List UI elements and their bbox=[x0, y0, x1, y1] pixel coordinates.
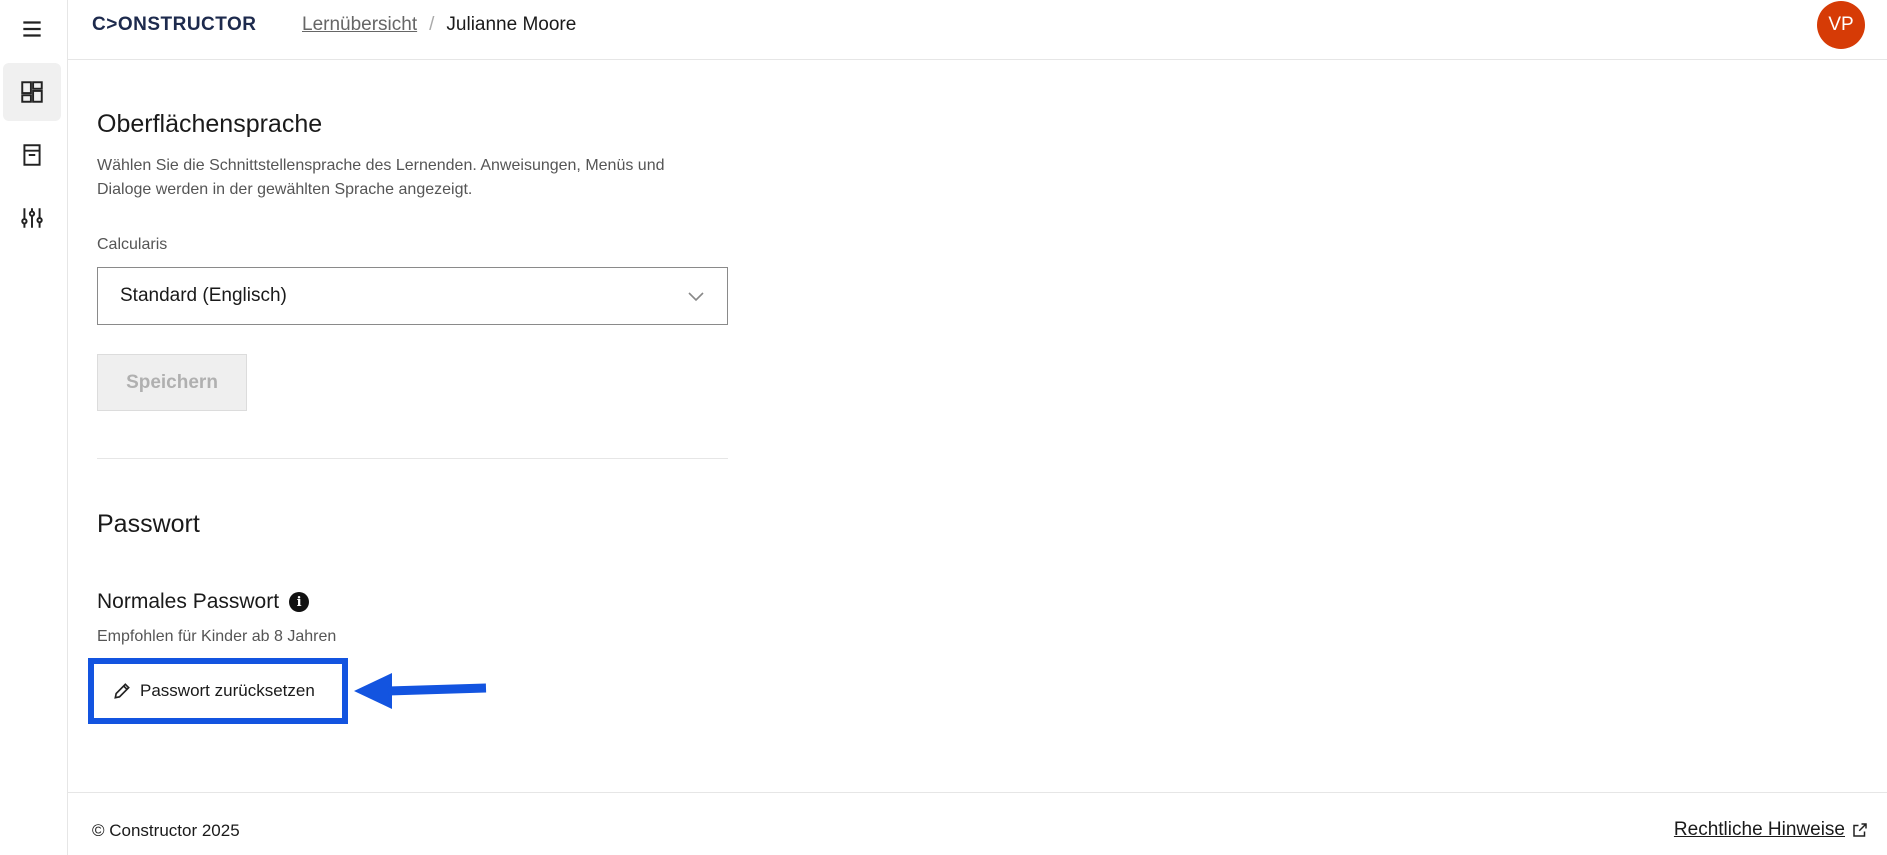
chevron-down-icon bbox=[688, 292, 704, 302]
legal-notice-link[interactable]: Rechtliche Hinweise bbox=[1674, 819, 1869, 841]
language-select-value: Standard (Englisch) bbox=[120, 285, 287, 306]
breadcrumb-current: Julianne Moore bbox=[446, 14, 577, 35]
normal-password-title: Normales Passwort bbox=[97, 590, 280, 613]
language-section-description: Wählen Sie die Schnittstellensprache des… bbox=[97, 157, 665, 198]
constructor-logo[interactable]: C>ONSTRUCTOR bbox=[92, 14, 257, 36]
nav-settings[interactable] bbox=[3, 189, 61, 247]
copyright-text: © Constructor 2025 bbox=[92, 821, 240, 840]
breadcrumb-separator: / bbox=[429, 14, 435, 35]
left-rail bbox=[0, 0, 68, 855]
legal-notice-label: Rechtliche Hinweise bbox=[1673, 819, 1845, 840]
language-section-title: Oberflächensprache bbox=[97, 110, 323, 138]
info-icon[interactable]: i bbox=[289, 592, 310, 612]
nav-book[interactable] bbox=[3, 126, 61, 184]
nav-dashboard[interactable] bbox=[3, 63, 61, 121]
dashboard-icon bbox=[21, 81, 43, 103]
footer: © Constructor 2025 Rechtliche Hinweise bbox=[68, 792, 1887, 855]
breadcrumb: Lernübersicht / Julianne Moore bbox=[302, 14, 576, 36]
menu-button[interactable] bbox=[3, 0, 61, 58]
user-avatar[interactable]: VP bbox=[1817, 1, 1865, 49]
top-bar: C>ONSTRUCTOR Lernübersicht / Julianne Mo… bbox=[68, 0, 1887, 60]
normal-password-heading: Normales Passwort i bbox=[97, 590, 310, 614]
language-field-label: Calcularis bbox=[97, 236, 168, 253]
section-divider bbox=[97, 458, 728, 459]
sliders-icon bbox=[21, 208, 43, 228]
annotation-arrow-icon bbox=[354, 673, 487, 709]
password-section-title: Passwort bbox=[97, 510, 200, 538]
password-hint: Empfohlen für Kinder ab 8 Jahren bbox=[97, 628, 337, 645]
menu-icon bbox=[23, 21, 41, 37]
reset-password-button[interactable]: Passwort zurücksetzen bbox=[88, 658, 348, 724]
save-button[interactable]: Speichern bbox=[97, 354, 247, 411]
book-icon bbox=[23, 144, 41, 166]
breadcrumb-parent-link[interactable]: Lernübersicht bbox=[302, 14, 417, 36]
external-link-icon bbox=[1853, 823, 1867, 837]
pencil-icon bbox=[114, 683, 130, 699]
language-select[interactable]: Standard (Englisch) bbox=[97, 267, 728, 325]
reset-password-label: Passwort zurücksetzen bbox=[140, 681, 315, 700]
